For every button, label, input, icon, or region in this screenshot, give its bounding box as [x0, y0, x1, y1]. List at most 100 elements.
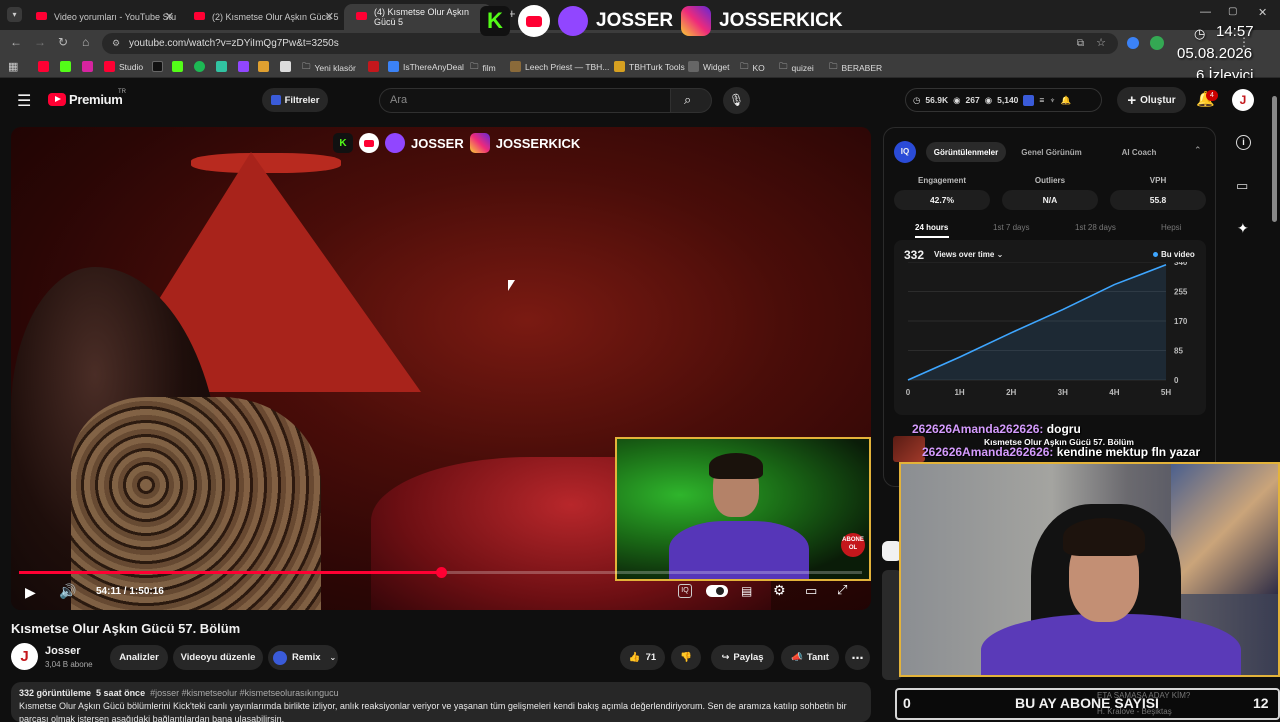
stat-subs: 5,140 — [997, 95, 1019, 105]
bookmark-streamlabs[interactable] — [216, 61, 227, 72]
legend-label: Bu video — [1161, 250, 1195, 259]
info-icon[interactable]: i — [1236, 135, 1251, 150]
close-tab-icon[interactable]: ✕ — [165, 10, 174, 23]
video-player[interactable]: K JOSSER JOSSERKICK ABONE OL ▶ 🔊 54:11 /… — [11, 127, 871, 610]
bookmark-tbhturk[interactable]: TBHTurk Tools — [614, 61, 685, 72]
browser-tab[interactable]: (2) Kısmetse Olur Aşkın Gücü 5 ✕ — [182, 4, 342, 30]
bookmark-folder-yeni[interactable]: 🗀 Yeni klasör — [302, 61, 356, 75]
eye-icon: ◉ — [953, 94, 961, 105]
chat-icon[interactable]: ▭ — [1236, 178, 1248, 194]
tab-genel-gorunum[interactable]: Genel Görünüm — [1009, 142, 1094, 162]
range-24-hours[interactable]: 24 hours — [915, 223, 948, 232]
back-icon[interactable]: ← — [10, 35, 22, 49]
bookmark-widget[interactable]: Widget — [688, 61, 729, 72]
site-info-icon[interactable]: ⚙ — [112, 33, 120, 54]
range-28-days[interactable]: 1st 28 days — [1075, 223, 1116, 232]
page-scrollbar[interactable] — [1272, 96, 1277, 222]
bookmark-misc2[interactable] — [280, 61, 291, 72]
sub-count-start: 0 — [903, 695, 911, 711]
bookmark-folder-ko[interactable]: 🗀 KO — [740, 61, 765, 75]
bookmark-kick[interactable] — [60, 61, 71, 72]
hashtags[interactable]: #josser #kismetseolur #kismetseolurasıkı… — [150, 688, 339, 698]
reload-icon[interactable]: ↻ — [58, 35, 68, 49]
apps-grid-icon[interactable]: ▦ — [8, 60, 18, 73]
youtube-premium-logo[interactable]: Premium — [69, 92, 123, 107]
description-box[interactable]: 332 görüntüleme 5 saat önce #josser #kis… — [11, 682, 871, 722]
range-all[interactable]: Hepsi — [1161, 223, 1181, 232]
sparkle-icon[interactable]: ✦ — [1237, 220, 1249, 237]
theater-mode-icon[interactable]: ▭ — [805, 583, 817, 599]
bars-icon[interactable]: ≡ — [1039, 95, 1044, 105]
collapse-icon[interactable]: ⌃ — [1194, 145, 1202, 156]
bookmark-twitch[interactable] — [238, 61, 249, 72]
progress-scrubber[interactable] — [435, 567, 447, 578]
browser-tab[interactable]: Video yorumları - YouTube Stu ✕ — [24, 4, 182, 30]
bookmark-studio[interactable]: Studio — [104, 61, 143, 72]
minimize-window-icon[interactable]: — — [1200, 6, 1211, 18]
bookmark-star-icon[interactable]: ☆ — [1096, 33, 1106, 54]
play-button[interactable]: ▶ — [25, 584, 36, 601]
award-icon[interactable]: ♆ — [1049, 95, 1055, 105]
like-button[interactable]: 👍 71 — [620, 645, 665, 670]
vidiq-icon[interactable] — [1023, 94, 1035, 106]
search-input[interactable]: Ara — [379, 88, 671, 113]
bookmark-isthereanydeal[interactable]: IsThereAnyDeal — [388, 61, 464, 72]
fullscreen-icon[interactable]: ⤢ — [837, 582, 847, 598]
bookmark-kick2[interactable] — [172, 61, 183, 72]
tab-goruntulenmeler[interactable]: Görüntülenmeler — [926, 142, 1006, 162]
account-avatar[interactable]: J — [1232, 89, 1254, 111]
search-button[interactable]: ⌕ — [670, 88, 712, 113]
bookmark-tiktok[interactable] — [152, 61, 163, 72]
forward-icon[interactable]: → — [34, 35, 46, 49]
bell-small-icon[interactable]: 🔔 — [1061, 95, 1072, 106]
y-tick-label: 255 — [1174, 288, 1188, 297]
voice-search-button[interactable]: 🎙 — [723, 87, 750, 114]
bookmark-instagram[interactable] — [82, 61, 93, 72]
channel-name[interactable]: Josser — [45, 645, 80, 657]
more-actions-button[interactable]: ⋯ — [845, 645, 870, 670]
extension-icon[interactable] — [1127, 37, 1139, 49]
vidiq-player-icon[interactable]: IQ — [678, 584, 692, 598]
install-icon[interactable]: ⧉ — [1077, 33, 1084, 54]
share-button[interactable]: ↪ Paylaş — [711, 645, 774, 670]
maximize-window-icon[interactable]: ▢ — [1228, 6, 1237, 17]
bookmark-folder-beraber[interactable]: 🗀 BERABER — [829, 61, 882, 75]
view-count: 332 görüntüleme — [19, 688, 92, 698]
remix-button[interactable]: Remix ⌄ — [268, 645, 338, 670]
create-button[interactable]: + Oluştur — [1117, 87, 1186, 113]
bookmark-label: TBHTurk Tools — [629, 61, 685, 72]
tab-search-button[interactable]: ▾ — [7, 7, 22, 22]
hamburger-menu-icon[interactable]: ☰ — [17, 91, 31, 111]
range-7-days[interactable]: 1st 7 days — [993, 223, 1029, 232]
autoplay-toggle[interactable] — [706, 585, 728, 597]
volume-icon[interactable]: 🔊 — [59, 583, 76, 600]
bookmark-misc3[interactable] — [368, 61, 379, 72]
bookmark-misc[interactable] — [258, 61, 269, 72]
home-icon[interactable]: ⌂ — [82, 35, 89, 49]
edit-video-button[interactable]: Videoyu düzenle — [173, 645, 263, 670]
subtitles-icon[interactable]: ▤ — [741, 584, 752, 598]
bookmark-folder-quizei[interactable]: 🗀 quizei — [779, 61, 814, 75]
close-tab-icon[interactable]: ✕ — [325, 10, 334, 23]
profile-extension-icon[interactable] — [1150, 36, 1164, 50]
analytics-button[interactable]: Analizler — [110, 645, 168, 670]
promote-button[interactable]: 📣 Tanıt — [781, 645, 839, 670]
browser-tab-active[interactable]: (4) Kısmetse Olur Aşkın Gücü 5 — [344, 4, 492, 30]
filters-button[interactable]: Filtreler — [262, 88, 328, 112]
webcam-overlay-large — [899, 462, 1280, 677]
progress-bar[interactable] — [19, 567, 862, 578]
settings-icon[interactable]: ⚙ — [773, 582, 786, 599]
youtube-logo-icon[interactable] — [48, 93, 66, 106]
thumbs-up-icon: 👍 — [628, 652, 641, 663]
megaphone-icon: 📣 — [791, 652, 803, 663]
dislike-button[interactable]: 👎 — [671, 645, 701, 670]
bookmark-folder-film[interactable]: 🗀 film — [470, 61, 496, 75]
close-window-icon[interactable]: ✕ — [1258, 6, 1267, 19]
views-dropdown[interactable]: Views over time ⌄ — [934, 250, 1003, 259]
tab-ai-coach[interactable]: AI Coach — [1099, 142, 1179, 162]
bookmark-youtube[interactable] — [38, 61, 49, 72]
bookmark-spotify[interactable] — [194, 61, 205, 72]
stat-live: 267 — [965, 95, 980, 105]
channel-avatar[interactable]: J — [11, 643, 38, 670]
bookmark-leech-priest[interactable]: Leech Priest — TBH... — [510, 61, 609, 72]
